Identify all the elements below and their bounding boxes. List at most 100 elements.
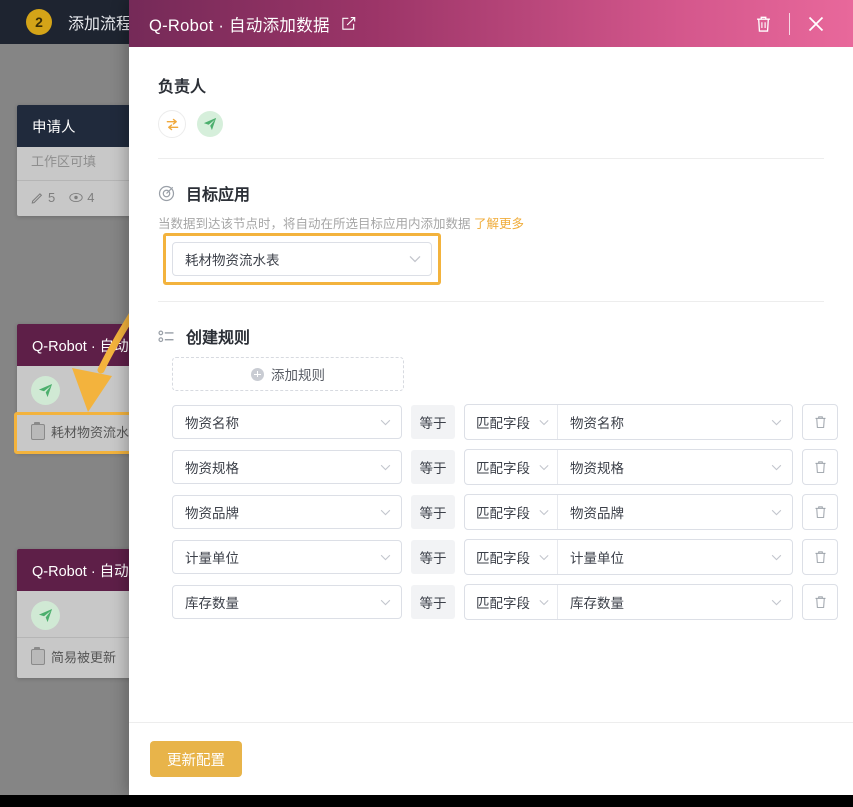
delete-button[interactable] — [746, 7, 780, 41]
chevron-down-icon — [380, 509, 391, 516]
chevron-down-icon — [771, 464, 782, 471]
chevron-down-icon — [409, 255, 421, 263]
close-button[interactable] — [799, 7, 833, 41]
rule-value-group: 匹配字段 物资品牌 — [464, 494, 793, 530]
rules-title: 创建规则 — [186, 330, 251, 347]
step-badge: 2 — [26, 9, 52, 35]
header-divider — [789, 12, 790, 35]
rule-field-select[interactable]: 物资规格 — [172, 450, 402, 484]
target-app-title: 目标应用 — [186, 187, 251, 204]
rule-value-select[interactable]: 计量单位 — [558, 540, 792, 574]
rule-field-select[interactable]: 库存数量 — [172, 585, 402, 619]
chevron-down-icon — [539, 509, 549, 516]
rule-match-type-select[interactable]: 匹配字段 — [465, 540, 558, 574]
rule-value-select[interactable]: 物资规格 — [558, 450, 792, 484]
chevron-down-icon — [380, 599, 391, 606]
rule-field-select[interactable]: 物资品牌 — [172, 495, 402, 529]
automation-config-modal: Q-Robot · 自动添加数据 负责人 目标应用 当数据到达该节点时，将自动在… — [129, 0, 853, 795]
target-app-description: 当数据到达该节点时，将自动在所选目标应用内添加数据 了解更多 — [158, 213, 824, 232]
chevron-down-icon — [539, 554, 549, 561]
rule-value-text: 库存数量 — [570, 596, 624, 611]
delete-rule-button[interactable] — [802, 404, 838, 440]
owner-avatar-list — [158, 110, 824, 138]
rule-value-select[interactable]: 物资名称 — [558, 405, 792, 439]
eye-icon — [69, 192, 83, 203]
trash-icon — [814, 506, 826, 518]
list-settings-icon — [158, 330, 174, 342]
paper-plane-icon — [203, 117, 217, 131]
rule-value-group: 匹配字段 计量单位 — [464, 539, 793, 575]
trash-icon — [814, 461, 826, 473]
rule-match-type-value: 匹配字段 — [476, 416, 530, 431]
rule-operator-label: 等于 — [411, 585, 455, 619]
target-app-select-value: 耗材物资流水表 — [185, 253, 280, 268]
rule-match-type-select[interactable]: 匹配字段 — [465, 495, 558, 529]
rule-field-value: 库存数量 — [185, 596, 239, 611]
modal-header-actions — [746, 7, 833, 41]
modal-footer: 更新配置 — [129, 722, 853, 795]
rule-field-value: 计量单位 — [185, 551, 239, 566]
delete-rule-button[interactable] — [802, 584, 838, 620]
rule-match-type-value: 匹配字段 — [476, 461, 530, 476]
edit-count-value: 5 — [48, 190, 56, 205]
rules-area: 添加规则 物资名称 等于 匹配字段 物资名称 物资规格 等于 匹配字段 物资规格… — [172, 357, 838, 620]
rule-operator-label: 等于 — [411, 450, 455, 484]
chevron-down-icon — [539, 464, 549, 471]
add-rule-button[interactable]: 添加规则 — [172, 357, 404, 391]
rule-match-type-value: 匹配字段 — [476, 596, 530, 611]
chevron-down-icon — [771, 509, 782, 516]
rule-value-group: 匹配字段 物资规格 — [464, 449, 793, 485]
top-bar-title: 添加流程 — [68, 16, 133, 33]
swap-arrows-icon[interactable] — [158, 110, 186, 138]
rule-match-type-select[interactable]: 匹配字段 — [465, 450, 558, 484]
chevron-down-icon — [771, 554, 782, 561]
chevron-down-icon — [380, 419, 391, 426]
plus-circle-icon — [251, 367, 264, 381]
learn-more-link[interactable]: 了解更多 — [474, 217, 524, 231]
rule-field-select[interactable]: 计量单位 — [172, 540, 402, 574]
swap-arrows-glyph — [166, 118, 178, 130]
pencil-icon — [31, 193, 43, 204]
rules-header: 创建规则 — [158, 324, 824, 348]
edit-title-button[interactable] — [341, 16, 356, 31]
update-config-button[interactable]: 更新配置 — [150, 741, 242, 777]
node-linked-app-label: 简易被更新 — [51, 650, 117, 665]
close-icon — [808, 16, 824, 31]
screen-bottom-strip — [0, 795, 853, 807]
view-count: 4 — [69, 190, 94, 205]
rule-match-type-select[interactable]: 匹配字段 — [465, 585, 558, 619]
edit-square-icon — [342, 16, 356, 30]
modal-header: Q-Robot · 自动添加数据 — [129, 0, 853, 47]
rule-match-type-select[interactable]: 匹配字段 — [465, 405, 558, 439]
target-app-header: 目标应用 — [158, 181, 824, 205]
rule-field-value: 物资品牌 — [185, 506, 239, 521]
rule-row: 计量单位 等于 匹配字段 计量单位 — [172, 539, 838, 575]
rule-operator-label: 等于 — [411, 495, 455, 529]
rule-match-type-value: 匹配字段 — [476, 551, 530, 566]
paper-plane-avatar[interactable] — [197, 111, 223, 137]
target-app-select[interactable]: 耗材物资流水表 — [172, 242, 432, 276]
rule-operator-label: 等于 — [411, 405, 455, 439]
rule-value-group: 匹配字段 物资名称 — [464, 404, 793, 440]
rule-field-select[interactable]: 物资名称 — [172, 405, 402, 439]
rule-value-select[interactable]: 库存数量 — [558, 585, 792, 619]
delete-rule-button[interactable] — [802, 494, 838, 530]
rule-field-value: 物资规格 — [185, 461, 239, 476]
rule-row: 物资名称 等于 匹配字段 物资名称 — [172, 404, 838, 440]
chevron-down-icon — [771, 419, 782, 426]
rule-value-text: 物资品牌 — [570, 506, 624, 521]
target-app-section: 目标应用 当数据到达该节点时，将自动在所选目标应用内添加数据 了解更多 耗材物资… — [129, 159, 853, 285]
view-count-value: 4 — [87, 190, 95, 205]
rule-field-value: 物资名称 — [185, 416, 239, 431]
add-rule-label: 添加规则 — [271, 368, 325, 383]
chevron-down-icon — [539, 599, 549, 606]
node-avatar — [31, 601, 60, 630]
rule-row: 物资品牌 等于 匹配字段 物资品牌 — [172, 494, 838, 530]
delete-rule-button[interactable] — [802, 449, 838, 485]
rule-value-select[interactable]: 物资品牌 — [558, 495, 792, 529]
chevron-down-icon — [380, 464, 391, 471]
trash-icon — [814, 551, 826, 563]
target-app-select-wrapper: 耗材物资流水表 — [163, 233, 441, 285]
delete-rule-button[interactable] — [802, 539, 838, 575]
chevron-down-icon — [771, 599, 782, 606]
